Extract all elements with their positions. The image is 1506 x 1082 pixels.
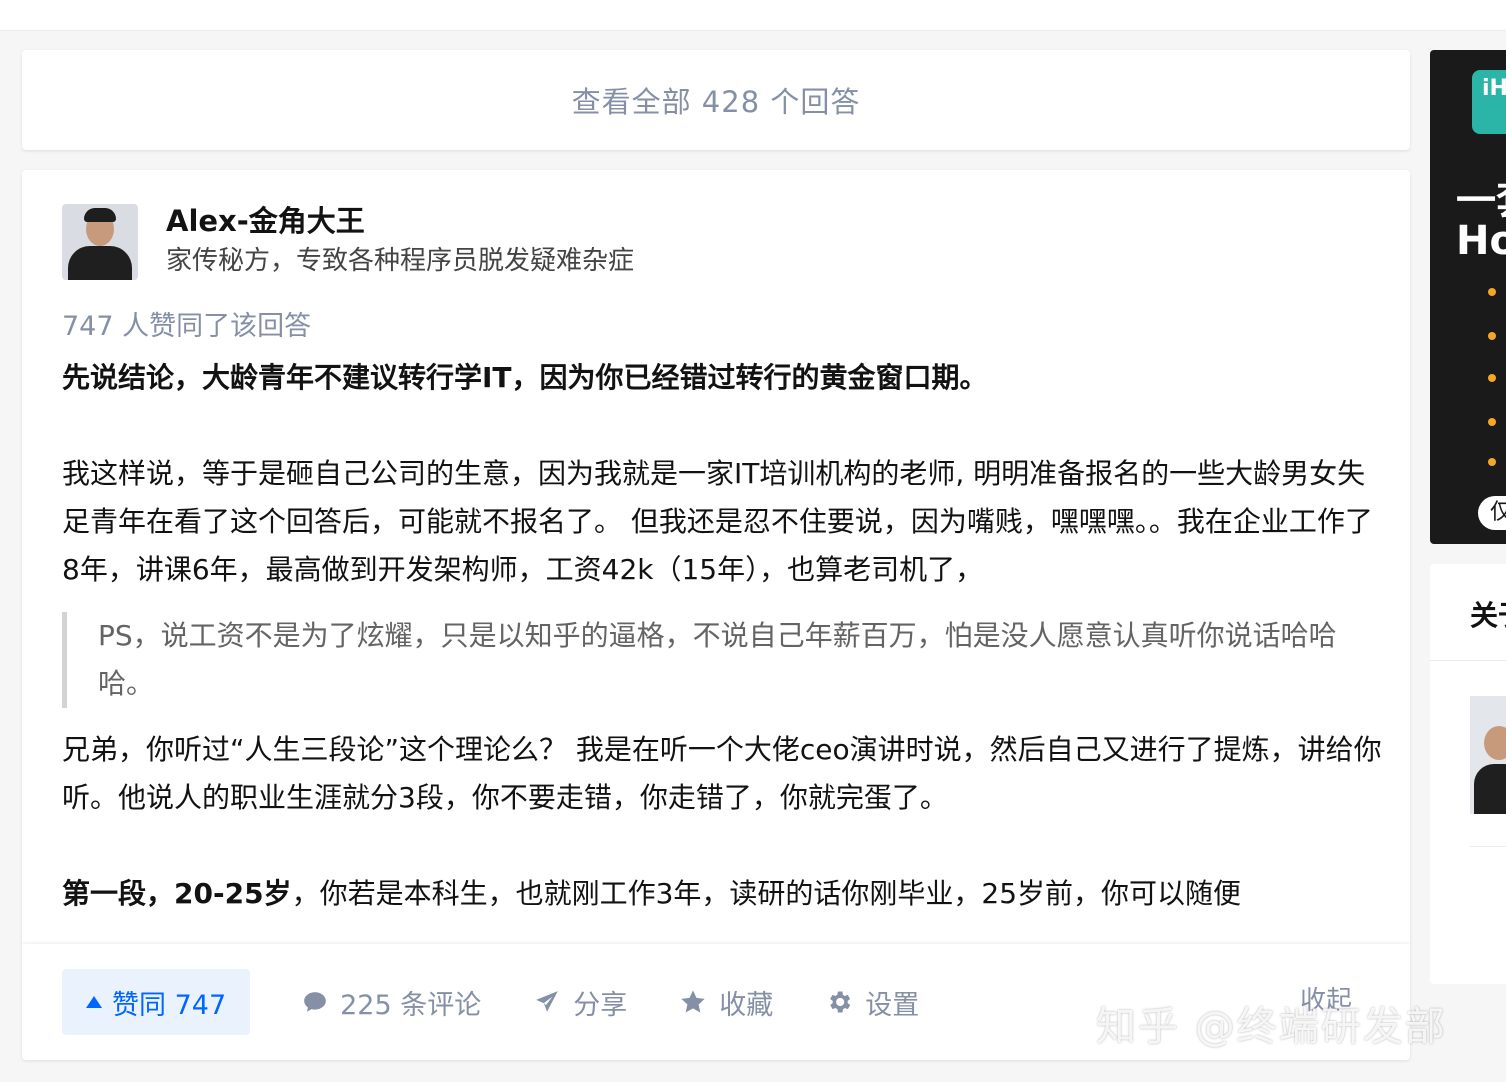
settings-button[interactable]: 设置 xyxy=(825,983,919,1022)
quote-block: PS，说工资不是为了炫耀，只是以知乎的逼格，不说自己年薪百万，怕是没人愿意认真听… xyxy=(62,612,1382,708)
author-block: Alex-金角大王 家传秘方，专致各种程序员脱发疑难杂症 xyxy=(62,204,634,280)
bullet-icon xyxy=(1488,288,1496,296)
star-icon xyxy=(681,990,705,1013)
comment-icon xyxy=(304,992,326,1012)
view-all-label: 查看全部 428 个回答 xyxy=(571,85,861,119)
answer-content: 先说结论，大龄青年不建议转行学IT，因为你已经错过转行的黄金窗口期。 我这样说，… xyxy=(62,354,1382,918)
conclusion-text: 先说结论，大龄青年不建议转行学IT，因为你已经错过转行的黄金窗口期。 xyxy=(62,361,988,394)
divider xyxy=(1430,660,1506,661)
sidebar-about-card: 关于 xyxy=(1430,564,1506,984)
favorite-button[interactable]: 收藏 xyxy=(679,983,773,1022)
stage-one-heading: 第一段，20-25岁 xyxy=(62,877,292,910)
votes-info: 747 人赞同了该回答 xyxy=(62,311,312,342)
about-title: 关于 xyxy=(1470,599,1506,632)
triangle-up-icon xyxy=(86,996,102,1008)
answer-card: Alex-金角大王 家传秘方，专致各种程序员脱发疑难杂症 747 人赞同了该回答… xyxy=(22,170,1410,1060)
stage-one-text: ，你若是本科生，也就刚工作3年，读研的话你刚毕业，25岁前，你可以随便 xyxy=(291,877,1242,910)
share-button[interactable]: 分享 xyxy=(533,983,627,1022)
ad-subheadline: Ho xyxy=(1456,218,1506,264)
ad-cta-button[interactable]: 仅 xyxy=(1478,496,1506,530)
bullet-icon xyxy=(1488,418,1496,426)
avatar[interactable] xyxy=(1470,696,1506,814)
avatar[interactable] xyxy=(62,204,138,280)
top-bar xyxy=(0,0,1506,31)
author-name[interactable]: Alex-金角大王 xyxy=(166,204,634,238)
bullet-icon xyxy=(1488,332,1496,340)
paragraph-intro: 我这样说，等于是砸自己公司的生意，因为我就是一家IT培训机构的老师, 明明准备报… xyxy=(62,457,1373,586)
share-label: 分享 xyxy=(573,989,628,1021)
view-all-answers-button[interactable]: 查看全部 428 个回答 xyxy=(22,50,1410,150)
comments-label: 225 条评论 xyxy=(340,989,482,1021)
comments-button[interactable]: 225 条评论 xyxy=(302,983,481,1022)
vote-up-button[interactable]: 赞同 747 xyxy=(62,969,251,1035)
author-bio: 家传秘方，专致各种程序员脱发疑难杂症 xyxy=(166,246,635,276)
gear-icon xyxy=(830,991,851,1013)
favorite-label: 收藏 xyxy=(719,989,774,1021)
ad-logo: iH xyxy=(1472,70,1506,134)
paragraph-stage-one: 第一段，20-25岁，你若是本科生，也就刚工作3年，读研的话你刚毕业，25岁前，… xyxy=(62,870,1382,918)
settings-label: 设置 xyxy=(865,989,920,1021)
vote-label: 赞同 747 xyxy=(112,989,227,1021)
sidebar-ad[interactable]: iH 一套 Ho 仅 xyxy=(1430,50,1506,544)
paragraph-theory: 兄弟，你听过“人生三段论”这个理论么？ 我是在听一个大佬ceo演讲时说，然后自己… xyxy=(62,733,1382,814)
watermark: 知乎 @终端研发部 xyxy=(1096,1004,1447,1050)
share-icon xyxy=(536,991,559,1012)
divider xyxy=(1470,846,1506,847)
bullet-icon xyxy=(1488,458,1496,466)
bullet-icon xyxy=(1488,374,1496,382)
